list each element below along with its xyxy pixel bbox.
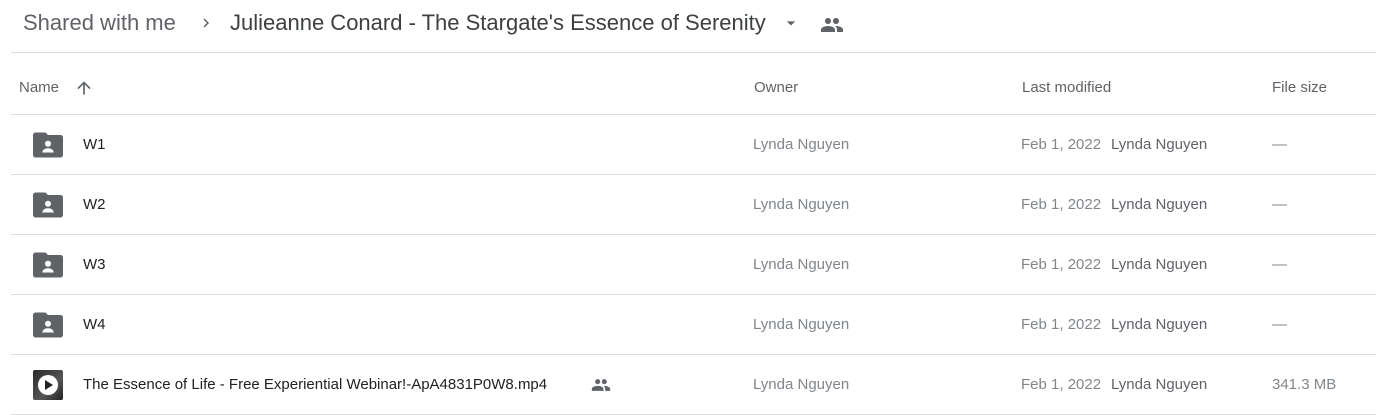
column-last-modified-header[interactable]: Last modified [1022, 79, 1111, 97]
file-name: W4 [83, 316, 106, 333]
shared-folder-icon [33, 312, 63, 338]
caret-down-icon[interactable] [781, 13, 801, 33]
file-name: W1 [83, 136, 106, 153]
file-name: The Essence of Life - Free Experiential … [83, 376, 548, 393]
breadcrumb-current-folder[interactable]: Julieanne Conard - The Stargate's Essenc… [230, 9, 766, 37]
column-header-row: Name Owner Last modified File size [11, 53, 1376, 115]
file-modified-by: Lynda Nguyen [1111, 136, 1208, 153]
shared-folder-icon [33, 252, 63, 278]
file-size: — [1272, 196, 1287, 213]
file-owner: Lynda Nguyen [753, 316, 850, 333]
file-size: — [1272, 256, 1287, 273]
column-name-header[interactable]: Name [19, 79, 59, 97]
file-modified-date: Feb 1, 2022 [1021, 316, 1102, 333]
file-modified-date: Feb 1, 2022 [1021, 376, 1102, 393]
breadcrumb-shared-with-me[interactable]: Shared with me [23, 9, 176, 37]
file-modified-by: Lynda Nguyen [1111, 196, 1208, 213]
file-row[interactable]: W3 Lynda Nguyen Feb 1, 2022 Lynda Nguyen… [11, 235, 1376, 295]
file-modified-date: Feb 1, 2022 [1021, 136, 1102, 153]
file-row[interactable]: W1 Lynda Nguyen Feb 1, 2022 Lynda Nguyen… [11, 115, 1376, 175]
file-owner: Lynda Nguyen [753, 256, 850, 273]
file-size: — [1272, 136, 1287, 153]
file-row[interactable]: W4 Lynda Nguyen Feb 1, 2022 Lynda Nguyen… [11, 295, 1376, 355]
column-file-size-header[interactable]: File size [1272, 79, 1327, 97]
file-modified-date: Feb 1, 2022 [1021, 196, 1102, 213]
file-name: W2 [83, 196, 106, 213]
play-icon [38, 375, 58, 395]
file-modified-date: Feb 1, 2022 [1021, 256, 1102, 273]
shared-folder-icon [33, 132, 63, 158]
file-name: W3 [83, 256, 106, 273]
file-modified-by: Lynda Nguyen [1111, 256, 1208, 273]
file-size: 341.3 MB [1272, 376, 1337, 393]
file-row[interactable]: W2 Lynda Nguyen Feb 1, 2022 Lynda Nguyen… [11, 175, 1376, 235]
video-thumbnail-icon [33, 370, 63, 400]
column-owner-header[interactable]: Owner [754, 79, 798, 97]
shared-people-icon [591, 379, 611, 391]
file-row[interactable]: The Essence of Life - Free Experiential … [11, 355, 1376, 415]
file-owner: Lynda Nguyen [753, 196, 850, 213]
shared-folder-icon [33, 192, 63, 218]
people-icon[interactable] [820, 13, 844, 37]
file-owner: Lynda Nguyen [753, 136, 850, 153]
file-modified-by: Lynda Nguyen [1111, 316, 1208, 333]
breadcrumb-bar: Shared with me Julieanne Conard - The St… [11, 0, 1376, 53]
sort-ascending-arrow-icon[interactable] [74, 78, 94, 98]
file-modified-by: Lynda Nguyen [1111, 376, 1208, 393]
file-size: — [1272, 316, 1287, 333]
chevron-right-icon [203, 18, 209, 28]
file-owner: Lynda Nguyen [753, 376, 850, 393]
